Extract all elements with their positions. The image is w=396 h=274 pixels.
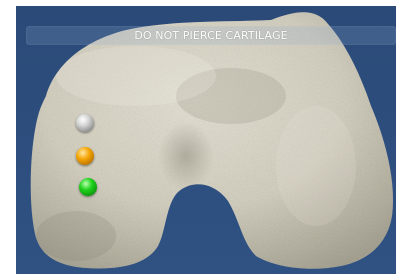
green-marker[interactable] [79, 178, 97, 196]
orange-marker[interactable] [76, 147, 94, 165]
warning-banner-text: DO NOT PIERCE CARTILAGE [134, 29, 288, 42]
femur-condyle-model[interactable] [16, 6, 396, 274]
warning-banner: DO NOT PIERCE CARTILAGE [26, 26, 396, 45]
grey-marker[interactable] [76, 114, 94, 132]
3d-viewport[interactable]: DO NOT PIERCE CARTILAGE [16, 6, 396, 274]
